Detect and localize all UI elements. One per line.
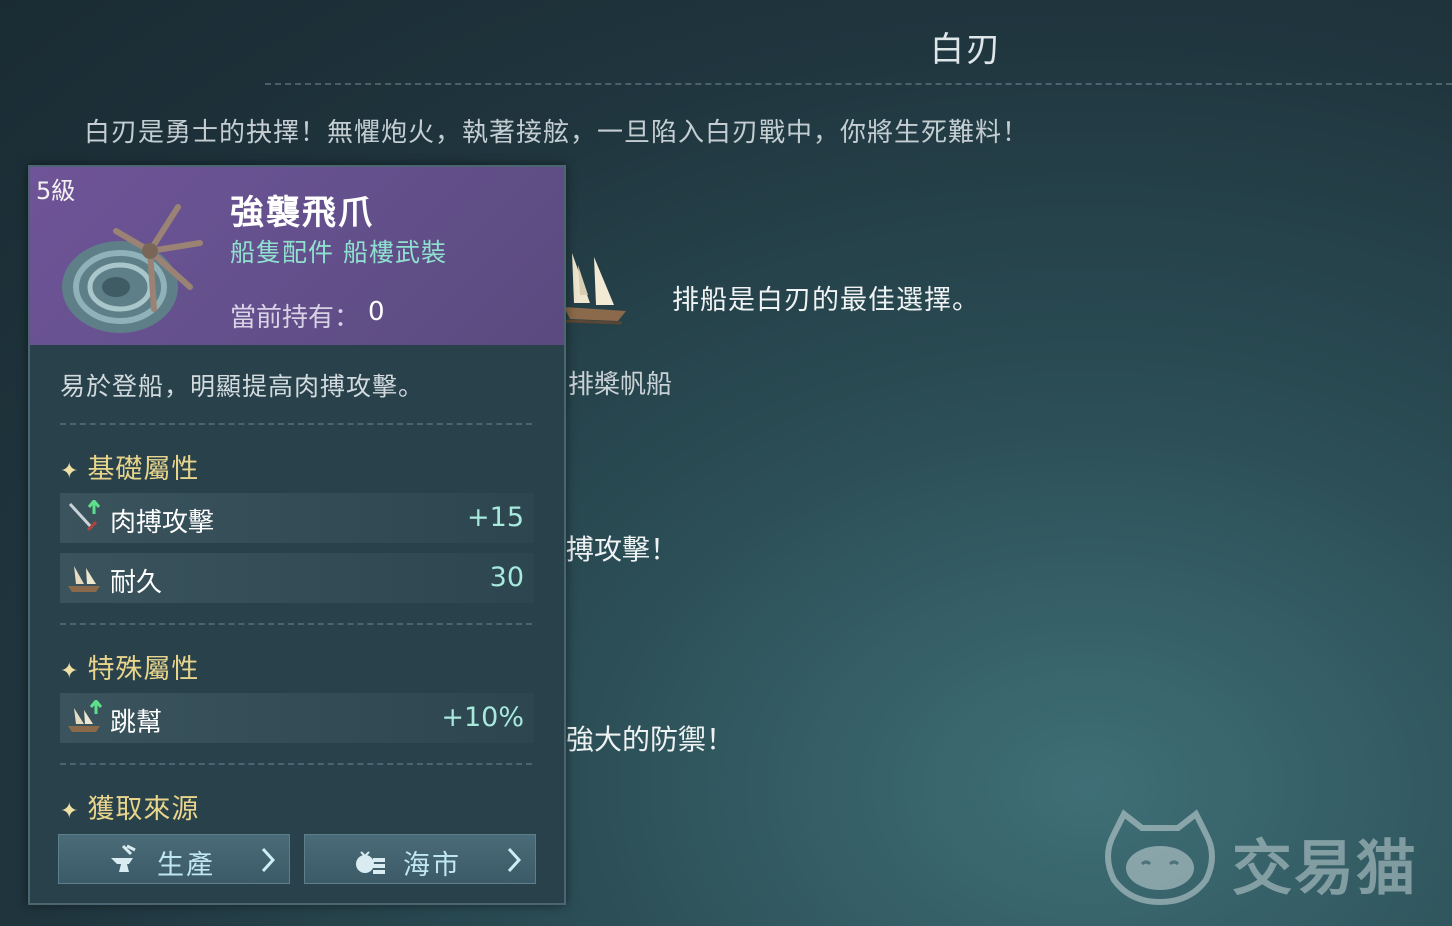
- attr-label: 耐久: [110, 568, 163, 598]
- market-icon: [356, 851, 385, 874]
- source-market-button[interactable]: 海市: [304, 834, 536, 884]
- chevron-right-icon: [507, 847, 522, 873]
- attr-row-durability: 耐久 30: [60, 553, 534, 603]
- cat-logo-icon: [1105, 809, 1215, 906]
- boarding-up-icon: [68, 700, 102, 732]
- watermark-text: 交易猫: [1232, 834, 1418, 904]
- attack-fragment-text: 搏攻擊！: [566, 533, 679, 566]
- grappling-hook-icon: [62, 204, 203, 333]
- source-title: ✦ 獲取來源: [60, 787, 199, 826]
- source-market-label: 海市: [403, 850, 461, 881]
- divider: [60, 623, 532, 625]
- chevron-right-icon: [261, 847, 276, 873]
- intro-text: 白刃是勇士的抉擇！無懼炮火，執著接舷，一旦陷入白刃戰中，你將生死難料！: [84, 118, 1030, 148]
- attr-value: +10%: [441, 702, 524, 733]
- item-name: 強襲飛爪: [230, 193, 374, 233]
- sparkle-icon: ✦: [60, 799, 80, 824]
- sparkle-icon: ✦: [60, 659, 80, 684]
- page-title: 白刃: [930, 30, 1002, 70]
- owned-label: 當前持有：: [230, 303, 361, 333]
- attr-label: 跳幫: [110, 708, 163, 738]
- special-attributes-label: 特殊屬性: [87, 654, 200, 685]
- base-attributes-title: ✦ 基礎屬性: [60, 447, 199, 486]
- watermark-logo: 交易猫: [1100, 806, 1450, 906]
- source-label: 獲取來源: [87, 794, 200, 825]
- item-header: 5級 強襲飛爪 船隻配件 船樓武裝 當前持有： 0: [30, 167, 564, 345]
- item-tooltip: 5級 強襲飛爪 船隻配件 船樓武裝 當前持有： 0 易於登船，明顯提高肉搏攻擊。…: [28, 165, 566, 905]
- title-divider: [265, 83, 1452, 85]
- divider: [60, 763, 532, 765]
- attr-row-boarding: 跳幫 +10%: [60, 693, 534, 743]
- source-production-label: 生產: [157, 850, 215, 881]
- divider: [60, 423, 532, 425]
- special-attributes-title: ✦ 特殊屬性: [60, 647, 199, 686]
- base-attributes-label: 基礎屬性: [87, 454, 200, 485]
- anvil-icon: [111, 844, 136, 872]
- sword-up-icon: [68, 500, 101, 532]
- ship-recommend-text: 排船是白刃的最佳選擇。: [672, 285, 980, 316]
- attr-row-melee-attack: 肉搏攻擊 +15: [60, 493, 534, 543]
- ship-name-label: 排槳帆船: [568, 370, 673, 400]
- item-type: 船隻配件 船樓武裝: [230, 238, 447, 267]
- sparkle-icon: ✦: [60, 459, 80, 484]
- attr-value: 30: [489, 562, 524, 593]
- galley-ship-icon: [564, 253, 626, 325]
- attr-value: +15: [467, 502, 524, 533]
- ship-durability-icon: [68, 566, 100, 592]
- owned-value: 0: [368, 297, 385, 327]
- source-production-button[interactable]: 生產: [58, 834, 290, 884]
- attr-label: 肉搏攻擊: [110, 508, 215, 538]
- item-description: 易於登船，明顯提高肉搏攻擊。: [60, 372, 425, 401]
- defense-fragment-text: 強大的防禦！: [566, 723, 735, 756]
